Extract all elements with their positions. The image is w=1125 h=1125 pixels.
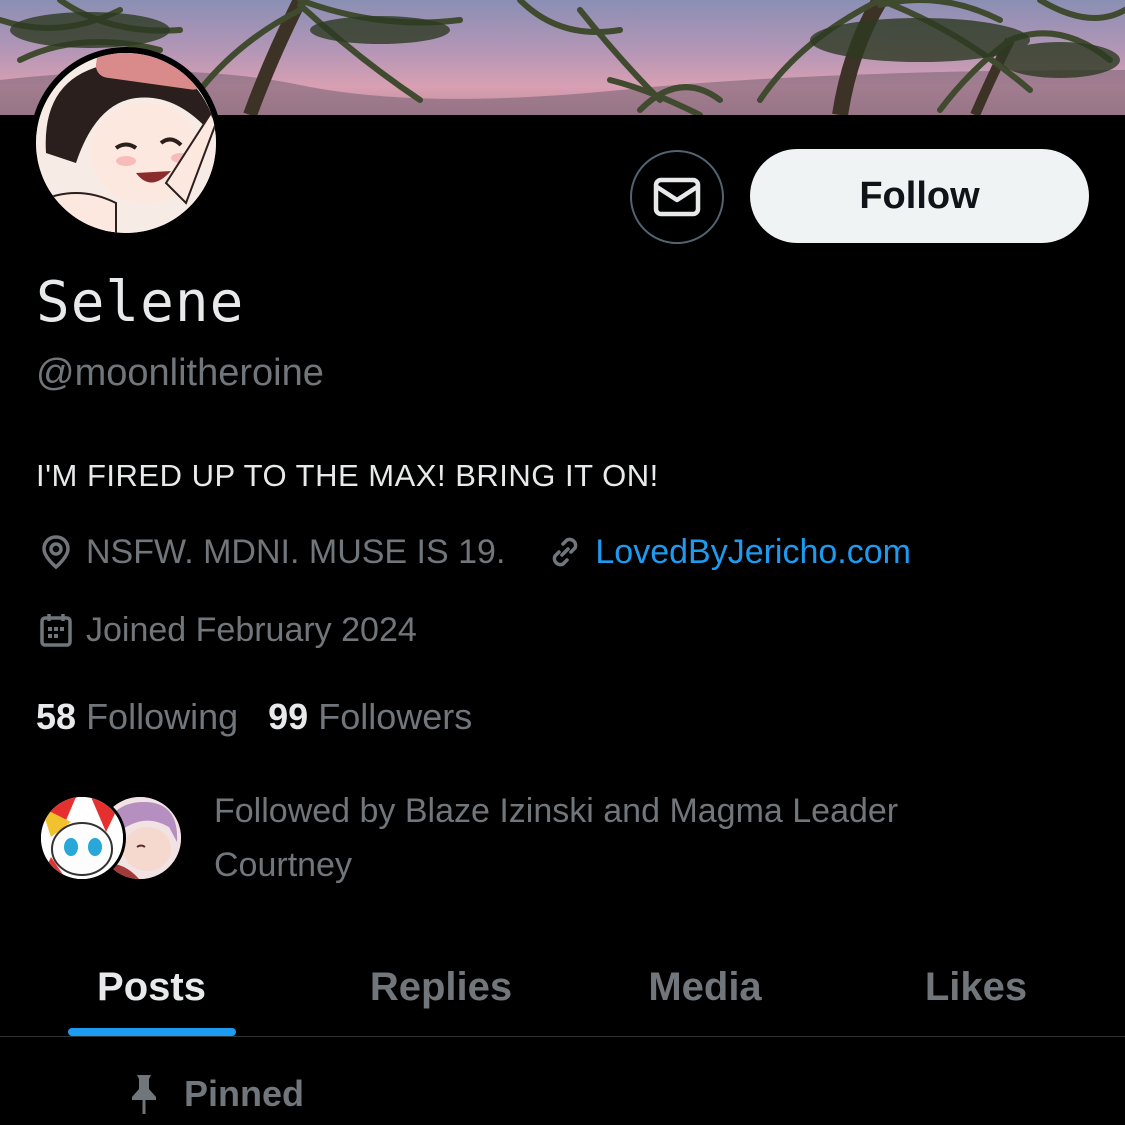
followed-by-avatars[interactable]	[38, 794, 188, 884]
tab-media[interactable]: Media	[579, 938, 831, 1036]
tab-replies-label: Replies	[369, 964, 513, 1009]
envelope-icon	[653, 177, 701, 217]
followers-label: Followers	[318, 696, 473, 737]
pinned-indicator: Pinned	[128, 1072, 304, 1116]
tabs-divider	[0, 1036, 1125, 1037]
tab-posts[interactable]: Posts	[0, 938, 303, 1036]
follow-stats: 58 Following 99 Followers	[36, 696, 472, 738]
pin-icon	[128, 1072, 164, 1116]
profile-meta-location-row: NSFW. MDNI. MUSE IS 19. LovedByJericho.c…	[36, 532, 911, 572]
following-link[interactable]: 58 Following	[36, 696, 238, 738]
profile-location: NSFW. MDNI. MUSE IS 19.	[86, 532, 506, 571]
user-handle: @moonlitheroine	[36, 352, 324, 394]
link-icon	[545, 532, 585, 572]
following-label: Following	[86, 696, 239, 737]
tab-likes[interactable]: Likes	[831, 938, 1121, 1036]
followed-by-text[interactable]: Followed by Blaze Izinski and Magma Lead…	[214, 784, 1014, 892]
profile-avatar[interactable]	[30, 47, 222, 239]
profile-meta-joined-row: Joined February 2024	[36, 610, 417, 650]
display-name: Selene	[36, 270, 245, 335]
tab-replies[interactable]: Replies	[303, 938, 579, 1036]
pinned-label: Pinned	[184, 1073, 305, 1114]
profile-tabs: Posts Replies Media Likes	[0, 938, 1125, 1036]
follower-avatar-blaze	[38, 794, 126, 882]
location-pin-icon	[36, 532, 76, 572]
profile-website-link[interactable]: LovedByJericho.com	[595, 533, 911, 572]
profile-joined-date: Joined February 2024	[86, 610, 417, 649]
following-count: 58	[36, 696, 77, 737]
tab-active-indicator	[68, 1028, 236, 1036]
profile-bio: I'M FIRED UP TO THE MAX! BRING IT ON!	[36, 458, 659, 493]
calendar-icon	[36, 610, 76, 650]
tab-posts-label: Posts	[97, 964, 206, 1009]
anime-avatar-image	[36, 53, 216, 233]
tab-likes-label: Likes	[924, 964, 1028, 1009]
message-button[interactable]	[630, 150, 724, 244]
follow-button[interactable]: Follow	[750, 149, 1089, 243]
followers-link[interactable]: 99 Followers	[268, 696, 472, 738]
tab-media-label: Media	[648, 964, 762, 1009]
followers-count: 99	[268, 696, 309, 737]
